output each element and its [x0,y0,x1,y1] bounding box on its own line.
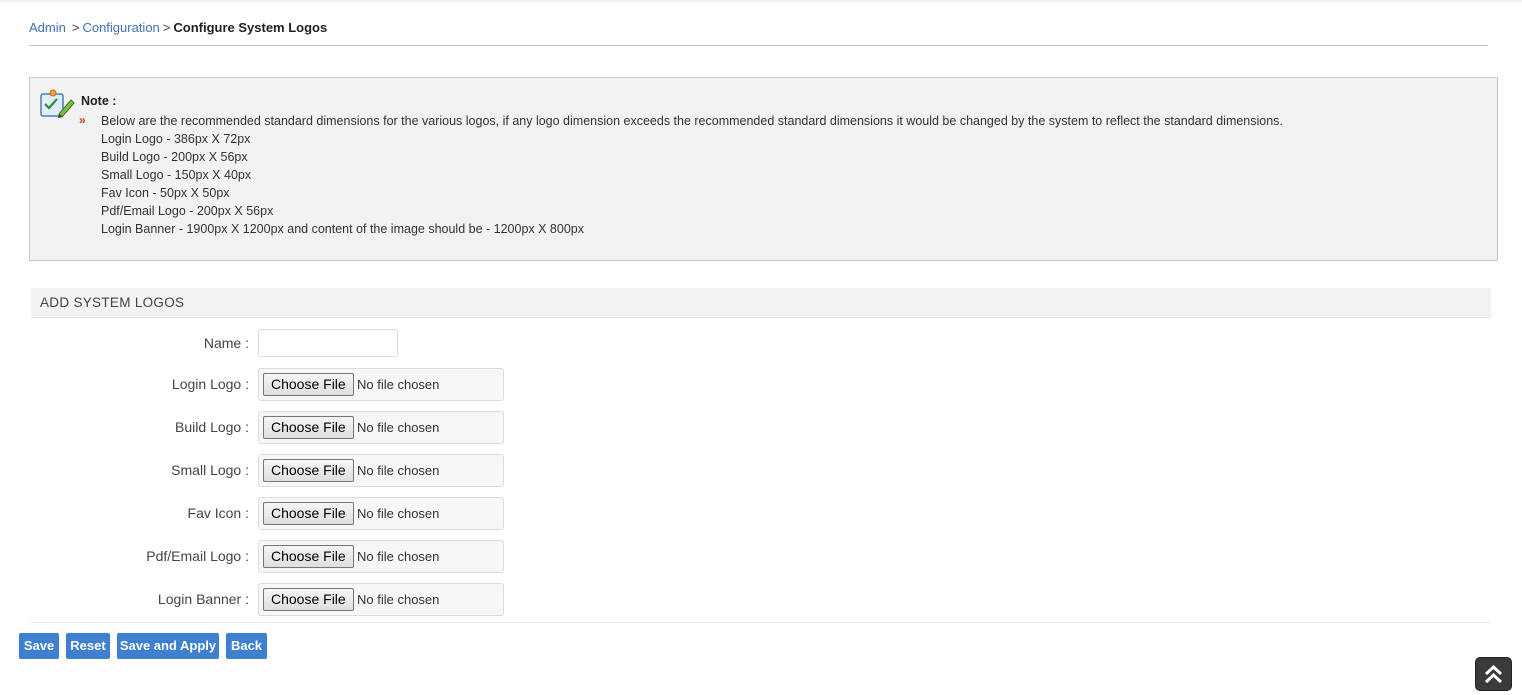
pdf-email-logo-label: Pdf/Email Logo : [146,548,249,564]
fav-icon-label: Fav Icon : [187,505,249,521]
choose-file-button[interactable]: Choose File [263,545,354,568]
note-line: Build Logo - 200px X 56px [101,150,248,164]
file-status: No file chosen [357,549,440,564]
breadcrumb-separator: > [162,20,171,35]
login-banner-file-input[interactable]: Choose File No file chosen [258,583,504,616]
breadcrumb: Admin > Configuration > Configure System Log… [29,19,327,37]
name-label: Name : [203,335,249,351]
back-button[interactable]: Back [226,633,267,659]
choose-file-button[interactable]: Choose File [263,416,354,439]
breadcrumb-separator: > [71,20,80,35]
double-chevron-up-icon [1484,664,1503,684]
choose-file-button[interactable]: Choose File [263,373,354,396]
file-status: No file chosen [357,377,440,392]
login-banner-label: Login Banner : [157,591,249,607]
note-line: Login Banner - 1900px X 1200px and conte… [101,222,584,236]
file-status: No file chosen [357,463,440,478]
fav-icon-file-input[interactable]: Choose File No file chosen [258,497,504,530]
note-line: Fav Icon - 50px X 50px [101,186,230,200]
pdf-email-logo-file-input[interactable]: Choose File No file chosen [258,540,504,573]
build-logo-file-input[interactable]: Choose File No file chosen [258,411,504,444]
note-line: Below are the recommended standard dimen… [101,114,1283,128]
choose-file-button[interactable]: Choose File [263,502,354,525]
note-bullet: » [79,113,86,127]
save-and-apply-button[interactable]: Save and Apply [117,633,219,659]
checklist-pencil-icon [40,89,75,118]
breadcrumb-admin-link[interactable]: Admin [29,20,66,35]
note-line: Small Logo - 150px X 40px [101,168,252,182]
breadcrumb-divider [29,45,1488,46]
note-box: Note : » Below are the recommended stand… [29,77,1498,261]
breadcrumb-current: Configure System Logos [173,20,328,35]
choose-file-button[interactable]: Choose File [263,459,354,482]
breadcrumb-configuration-link[interactable]: Configuration [82,20,159,35]
build-logo-label: Build Logo : [175,419,249,435]
note-title: Note : [81,94,117,108]
save-button[interactable]: Save [19,633,59,659]
reset-button[interactable]: Reset [66,633,110,659]
file-status: No file chosen [357,506,440,521]
choose-file-button[interactable]: Choose File [263,588,354,611]
login-logo-label: Login Logo : [171,376,249,392]
small-logo-label: Small Logo : [171,462,249,478]
note-line: Login Logo - 386px X 72px [101,132,251,146]
section-title: ADD SYSTEM LOGOS [40,295,185,310]
top-border [0,0,1522,2]
note-lines: Below are the recommended standard dimen… [101,112,1283,238]
name-input[interactable] [258,329,398,357]
section-header: ADD SYSTEM LOGOS [31,288,1491,318]
small-logo-file-input[interactable]: Choose File No file chosen [258,454,504,487]
login-logo-file-input[interactable]: Choose File No file chosen [258,368,504,401]
scroll-to-top-button[interactable] [1476,658,1511,690]
note-line: Pdf/Email Logo - 200px X 56px [101,204,274,218]
file-status: No file chosen [357,592,440,607]
form-divider [31,622,1491,623]
file-status: No file chosen [357,420,440,435]
